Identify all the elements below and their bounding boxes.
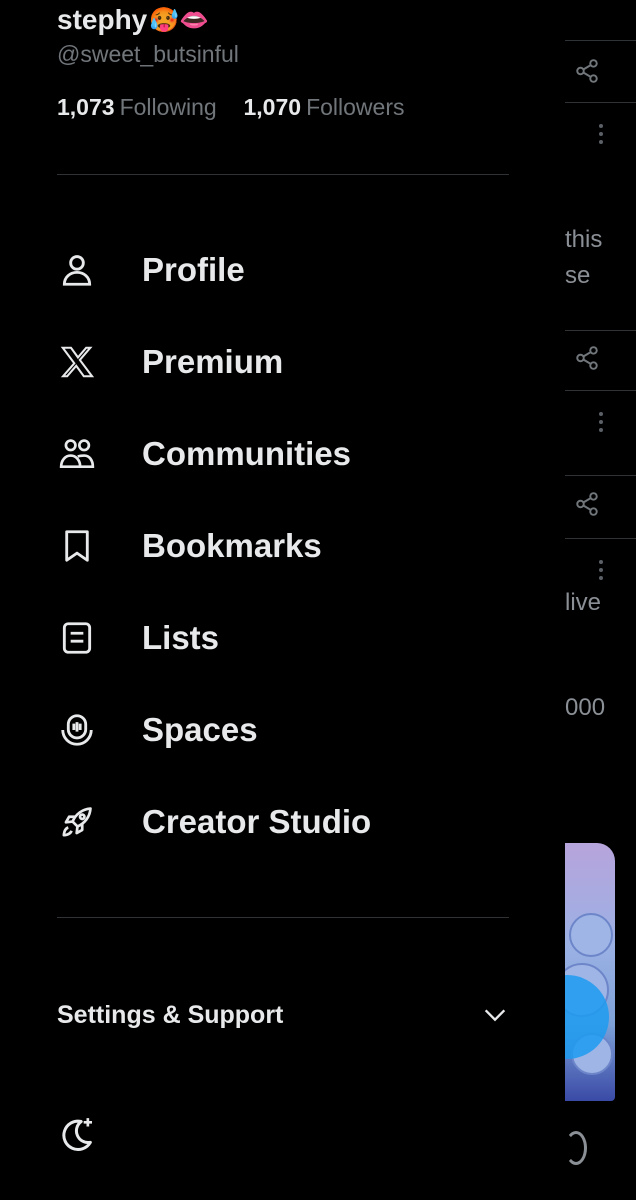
share-icon[interactable]	[574, 491, 600, 517]
timeline-text: 000	[565, 694, 606, 721]
drawer-divider	[57, 917, 509, 918]
timeline-divider	[565, 538, 636, 539]
nav-item-bookmarks[interactable]: Bookmarks	[57, 516, 517, 576]
share-icon[interactable]	[574, 345, 600, 371]
chevron-down-icon	[484, 1009, 506, 1022]
nav-item-label: Spaces	[142, 711, 258, 748]
nav-item-premium[interactable]: Premium	[57, 332, 517, 392]
rocket-icon	[57, 802, 97, 842]
spaces-icon	[57, 710, 97, 750]
following-label: Following	[119, 94, 217, 120]
followers-link[interactable]: 1,070 Followers	[237, 94, 405, 120]
nav-item-lists[interactable]: Lists	[57, 608, 517, 668]
nav-item-profile[interactable]: Profile	[57, 240, 517, 300]
timeline-text: this	[565, 226, 603, 253]
drawer-divider	[57, 174, 509, 175]
bookmark-icon	[57, 526, 97, 566]
moon-sparkle-icon[interactable]	[57, 1114, 97, 1154]
timeline-divider	[565, 390, 636, 391]
share-icon[interactable]	[574, 58, 600, 84]
timeline-divider	[565, 102, 636, 103]
followers-label: Followers	[306, 94, 405, 120]
nav-item-label: Creator Studio	[142, 803, 372, 840]
background-timeline: this se live 000	[525, 0, 636, 1200]
promo-image[interactable]	[565, 843, 615, 1101]
x-logo-icon	[57, 342, 97, 382]
following-count: 1,073	[57, 94, 115, 120]
profile-name[interactable]: stephy 🥵👄	[57, 4, 209, 36]
timeline-text: live	[565, 589, 602, 616]
nav-item-label: Profile	[142, 251, 245, 288]
nav-item-label: Bookmarks	[142, 527, 322, 564]
nav-item-label: Communities	[142, 435, 352, 472]
timeline-divider	[565, 330, 636, 331]
app-screen: this se live 000 stephy 🥵👄 @sweet_butsin…	[0, 0, 636, 1200]
list-icon	[57, 618, 97, 658]
display-name: stephy	[57, 4, 148, 35]
name-emojis: 🥵👄	[149, 6, 210, 34]
more-options-icon[interactable]	[596, 412, 606, 438]
nav-item-communities[interactable]: Communities	[57, 424, 517, 484]
profile-handle: @sweet_butsinful	[57, 41, 239, 67]
following-link[interactable]: 1,073 Following	[57, 94, 223, 120]
more-options-icon[interactable]	[596, 560, 606, 586]
follow-stats: 1,073 Following 1,070 Followers	[57, 94, 404, 121]
nav-item-label: Lists	[142, 619, 220, 656]
nav-item-creator-studio[interactable]: Creator Studio	[57, 792, 517, 852]
settings-support-label: Settings & Support	[57, 1000, 284, 1029]
person-icon	[57, 250, 97, 290]
followers-count: 1,070	[243, 94, 302, 120]
timeline-divider	[565, 40, 636, 41]
communities-icon	[57, 434, 97, 474]
timeline-divider	[565, 475, 636, 476]
nav-item-spaces[interactable]: Spaces	[57, 700, 517, 760]
coin-graphic	[569, 913, 613, 957]
nav-item-label: Premium	[142, 343, 284, 380]
timeline-text: se	[565, 262, 591, 289]
loading-spinner-icon	[565, 1131, 587, 1165]
more-options-icon[interactable]	[596, 124, 606, 150]
side-drawer: stephy 🥵👄 @sweet_butsinful 1,073 Followin…	[0, 0, 565, 1200]
settings-support-toggle[interactable]: Settings & Support	[57, 994, 509, 1036]
